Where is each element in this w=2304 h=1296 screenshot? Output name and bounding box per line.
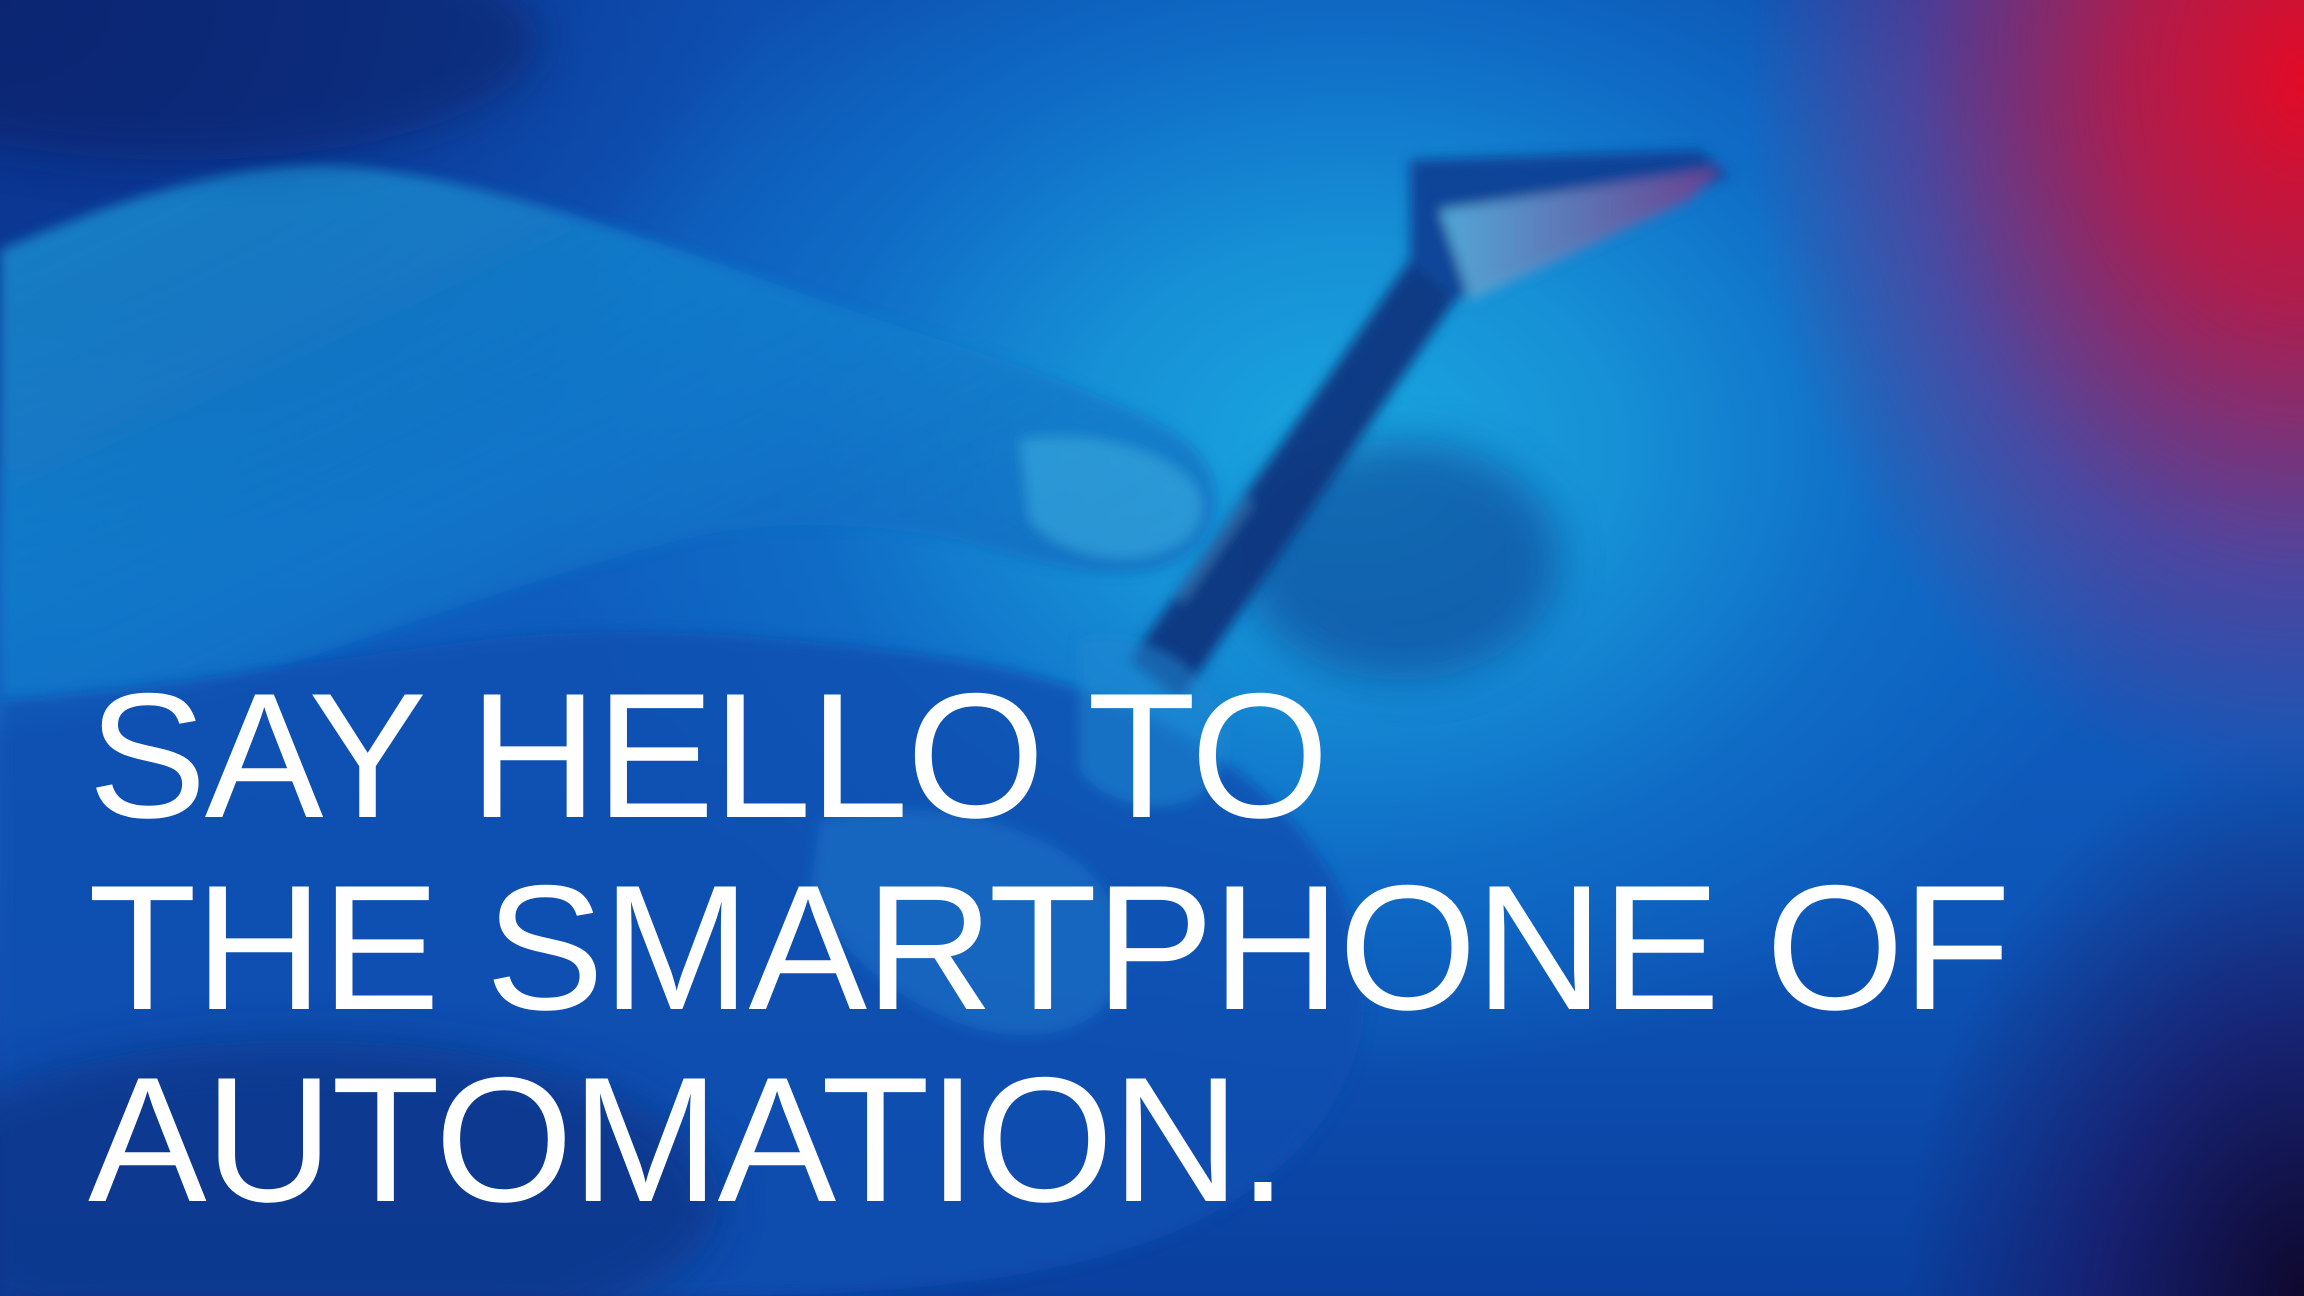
headline: SAY HELLO TO THE SMARTPHONE OF AUTOMATIO… bbox=[88, 656, 2011, 1239]
headline-line-1: SAY HELLO TO bbox=[88, 656, 1329, 855]
headline-line-2: THE SMARTPHONE OF bbox=[88, 848, 2011, 1047]
hero-banner: SAY HELLO TO THE SMARTPHONE OF AUTOMATIO… bbox=[0, 0, 2304, 1296]
headline-line-3: AUTOMATION. bbox=[88, 1040, 1288, 1239]
